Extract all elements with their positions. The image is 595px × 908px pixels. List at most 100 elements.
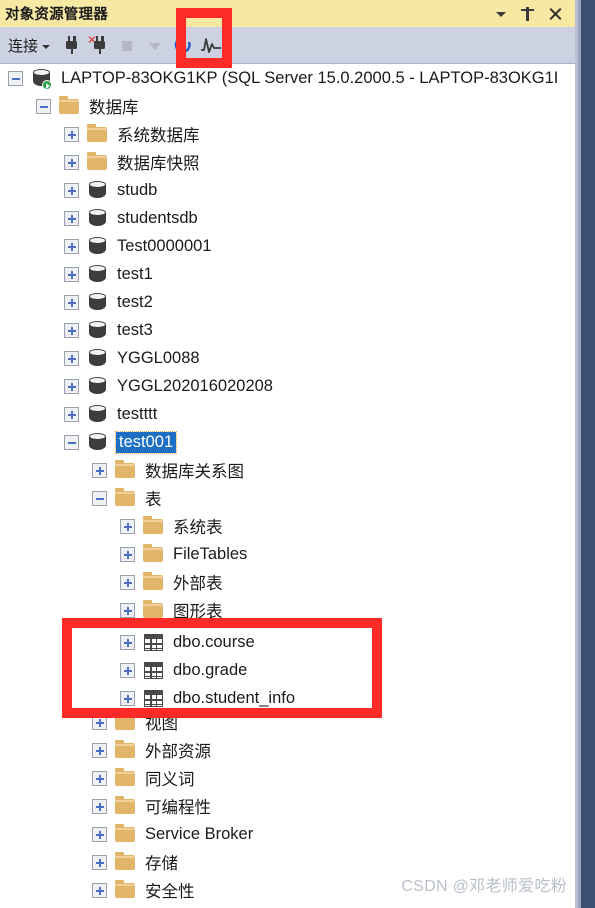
- tree-node[interactable]: test3: [0, 316, 575, 344]
- tree-node[interactable]: 系统数据库: [0, 120, 575, 148]
- annotated-table-rows[interactable]: dbo.course dbo.grade dbo.student_info: [62, 618, 382, 718]
- folder-icon: [114, 488, 137, 508]
- titlebar-actions: [493, 5, 575, 23]
- tree-node-label: 数据库关系图: [145, 463, 244, 481]
- expand-plus-icon[interactable]: [92, 854, 107, 870]
- expand-plus-icon[interactable]: [92, 462, 107, 478]
- tree-node-label: testttt: [117, 404, 158, 423]
- tree-node[interactable]: 系统表: [0, 512, 575, 540]
- tree-node[interactable]: FileTables: [0, 540, 575, 568]
- tree-node-label: 安全性: [145, 883, 195, 901]
- expand-plus-icon[interactable]: [64, 322, 79, 338]
- expand-plus-icon[interactable]: [64, 294, 79, 310]
- tree-node-label: dbo.course: [173, 632, 255, 651]
- tree-node[interactable]: 数据库关系图: [0, 456, 575, 484]
- expand-plus-icon[interactable]: [64, 126, 79, 142]
- expand-plus-icon[interactable]: [120, 574, 135, 590]
- tree-node-label: 系统数据库: [117, 127, 200, 145]
- collapse-minus-icon[interactable]: [36, 98, 51, 114]
- tree-node[interactable]: studb: [0, 176, 575, 204]
- tree-node-label: Test0000001: [117, 236, 212, 255]
- tree-node[interactable]: 外部表: [0, 568, 575, 596]
- tree-node[interactable]: test1: [0, 260, 575, 288]
- database-icon: [86, 208, 109, 228]
- tree-node[interactable]: 数据库: [0, 92, 575, 120]
- tree-node[interactable]: dbo.student_info: [62, 684, 382, 712]
- tree-node[interactable]: dbo.course: [62, 628, 382, 656]
- folder-icon: [114, 740, 137, 760]
- chevron-down-icon: [42, 45, 51, 49]
- tree-node[interactable]: YGGL202016020208: [0, 372, 575, 400]
- close-icon[interactable]: [547, 5, 563, 23]
- tree-node[interactable]: Test0000001: [0, 232, 575, 260]
- expand-plus-icon[interactable]: [120, 634, 135, 650]
- tree-node[interactable]: 可编程性: [0, 792, 575, 820]
- tree-node[interactable]: 外部资源: [0, 736, 575, 764]
- tree-node-label: 系统表: [173, 519, 223, 537]
- expand-plus-icon[interactable]: [64, 266, 79, 282]
- expand-plus-icon[interactable]: [64, 154, 79, 170]
- tree-node[interactable]: 表: [0, 484, 575, 512]
- tree-node[interactable]: testttt: [0, 400, 575, 428]
- folder-icon: [114, 796, 137, 816]
- expand-plus-icon[interactable]: [92, 826, 107, 842]
- folder-icon: [142, 544, 165, 564]
- window-titlebar: 对象资源管理器: [0, 0, 575, 27]
- database-icon: [86, 320, 109, 340]
- activity-monitor-icon[interactable]: [198, 32, 224, 58]
- folder-icon: [114, 460, 137, 480]
- tree-node-label: 外部表: [173, 575, 223, 593]
- tree-node[interactable]: test001: [0, 428, 575, 456]
- tree-node-label: 表: [145, 491, 162, 509]
- collapse-minus-icon[interactable]: [92, 490, 107, 506]
- tree-node-label: 同义词: [145, 771, 195, 789]
- plug-icon[interactable]: [58, 32, 84, 58]
- expand-plus-icon[interactable]: [64, 238, 79, 254]
- tree-node-label: dbo.grade: [173, 660, 248, 679]
- tree-node[interactable]: YGGL0088: [0, 344, 575, 372]
- plug-glyph: [66, 36, 78, 54]
- plug-disconnect-icon[interactable]: ✕: [86, 32, 112, 58]
- page-title: 对象资源管理器: [5, 7, 108, 23]
- expand-plus-icon[interactable]: [120, 662, 135, 678]
- expand-plus-icon[interactable]: [64, 182, 79, 198]
- caret-down-icon[interactable]: [493, 5, 509, 23]
- expand-plus-icon[interactable]: [92, 798, 107, 814]
- tree-node[interactable]: Service Broker: [0, 820, 575, 848]
- connect-button[interactable]: 连接: [0, 33, 56, 58]
- expand-plus-icon[interactable]: [92, 742, 107, 758]
- table-icon: [142, 688, 165, 708]
- collapse-minus-icon[interactable]: [64, 434, 79, 450]
- collapse-minus-icon[interactable]: [8, 70, 23, 86]
- tree-node-label: FileTables: [173, 544, 248, 563]
- expand-plus-icon[interactable]: [120, 546, 135, 562]
- object-explorer-tree[interactable]: LAPTOP-83OKG1KP (SQL Server 15.0.2000.5 …: [0, 64, 575, 908]
- folder-icon: [114, 880, 137, 900]
- tree-node-label: 外部资源: [145, 743, 211, 761]
- tree-node[interactable]: LAPTOP-83OKG1KP (SQL Server 15.0.2000.5 …: [0, 64, 575, 92]
- tree-node-label: test001: [114, 430, 178, 454]
- refresh-icon[interactable]: [170, 32, 196, 58]
- tree-node-label: test3: [117, 320, 153, 339]
- expand-plus-icon[interactable]: [64, 350, 79, 366]
- database-icon: [86, 180, 109, 200]
- connect-button-label: 连接: [8, 37, 39, 55]
- expand-plus-icon[interactable]: [92, 882, 107, 898]
- database-icon: [86, 236, 109, 256]
- tree-node[interactable]: 数据库快照: [0, 148, 575, 176]
- expand-plus-icon[interactable]: [64, 210, 79, 226]
- tree-node-label: studb: [117, 180, 158, 199]
- folder-icon: [58, 96, 81, 116]
- tree-node[interactable]: studentsdb: [0, 204, 575, 232]
- expand-plus-icon[interactable]: [120, 602, 135, 618]
- expand-plus-icon[interactable]: [64, 406, 79, 422]
- tree-node[interactable]: test2: [0, 288, 575, 316]
- pin-icon[interactable]: [520, 5, 536, 23]
- expand-plus-icon[interactable]: [64, 378, 79, 394]
- expand-plus-icon[interactable]: [120, 690, 135, 706]
- table-icon: [142, 632, 165, 652]
- tree-node[interactable]: 同义词: [0, 764, 575, 792]
- expand-plus-icon[interactable]: [92, 770, 107, 786]
- expand-plus-icon[interactable]: [120, 518, 135, 534]
- tree-node[interactable]: dbo.grade: [62, 656, 382, 684]
